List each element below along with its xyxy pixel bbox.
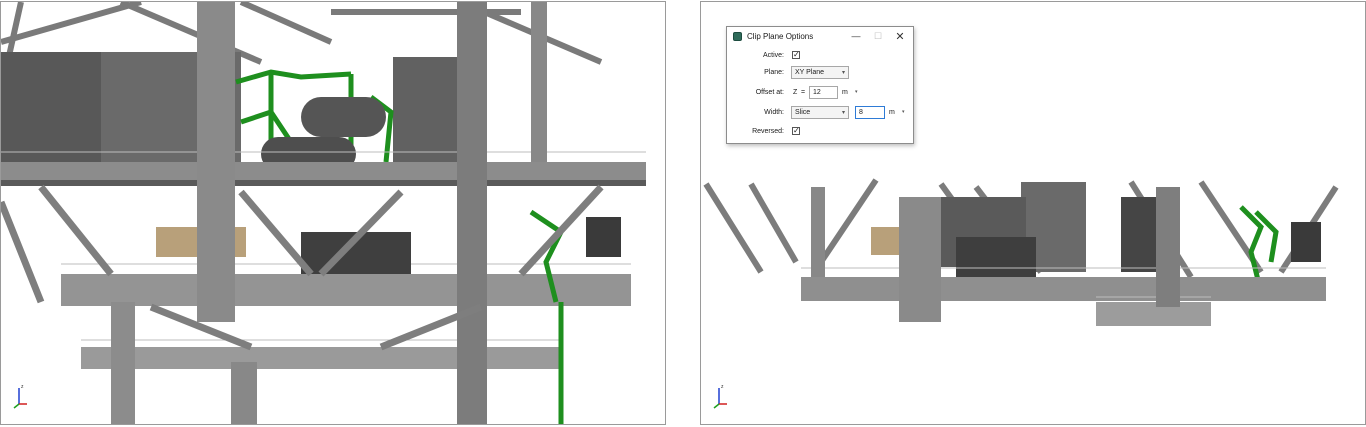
reversed-checkbox[interactable]: ✓ [792, 127, 800, 135]
minimize-button[interactable]: — [845, 27, 867, 45]
offset-row: Offset at: Z = 12 m ▾ [727, 85, 913, 99]
svg-text:z: z [21, 384, 24, 390]
axis-triad: z [709, 380, 731, 410]
svg-text:z: z [721, 384, 724, 390]
close-button[interactable]: ✕ [889, 27, 911, 45]
platform-model-full [1, 2, 646, 424]
axis-triad: z [9, 380, 31, 410]
model-viewport-full[interactable]: z [0, 1, 666, 425]
offset-unit-dropdown-icon[interactable]: ▾ [855, 89, 858, 95]
maximize-button[interactable]: ☐ [867, 27, 889, 45]
width-row: Width: Slice ▾ 8 m ▾ [727, 105, 913, 119]
width-label: Width: [764, 108, 784, 116]
width-mode-select[interactable]: Slice ▾ [791, 105, 849, 119]
width-mode-value: Slice [795, 108, 811, 116]
chevron-down-icon: ▾ [841, 69, 845, 76]
chevron-down-icon: ▾ [841, 109, 845, 116]
dialog-titlebar[interactable]: Clip Plane Options — ☐ ✕ [727, 27, 913, 45]
clip-plane-options-dialog: Clip Plane Options — ☐ ✕ Active: ✓ Plane… [726, 26, 914, 144]
axis-triad-icon: z [13, 384, 27, 409]
offset-input[interactable]: 12 [809, 85, 838, 99]
offset-equals-label: = [801, 88, 806, 96]
active-row: Active: ✓ [727, 48, 913, 62]
plane-label: Plane: [764, 68, 784, 76]
width-input[interactable]: 8 [855, 105, 885, 119]
width-unit-dropdown-icon[interactable]: ▾ [902, 109, 905, 115]
plane-select-value: XY Plane [795, 68, 825, 76]
plane-row: Plane: XY Plane ▾ [727, 65, 913, 79]
offset-axis-label: Z [793, 88, 798, 96]
width-unit: m [889, 108, 895, 116]
active-label: Active: [762, 51, 784, 59]
dialog-title: Clip Plane Options [747, 31, 814, 41]
active-checkbox[interactable]: ✓ [792, 51, 800, 59]
reversed-row: Reversed: ✓ [727, 124, 913, 138]
offset-label: Offset at: [755, 88, 784, 96]
app-icon [733, 31, 742, 41]
axis-triad-icon: z [713, 384, 727, 409]
offset-unit: m [842, 88, 848, 96]
plane-select[interactable]: XY Plane ▾ [791, 65, 849, 79]
reversed-label: Reversed: [752, 127, 784, 135]
